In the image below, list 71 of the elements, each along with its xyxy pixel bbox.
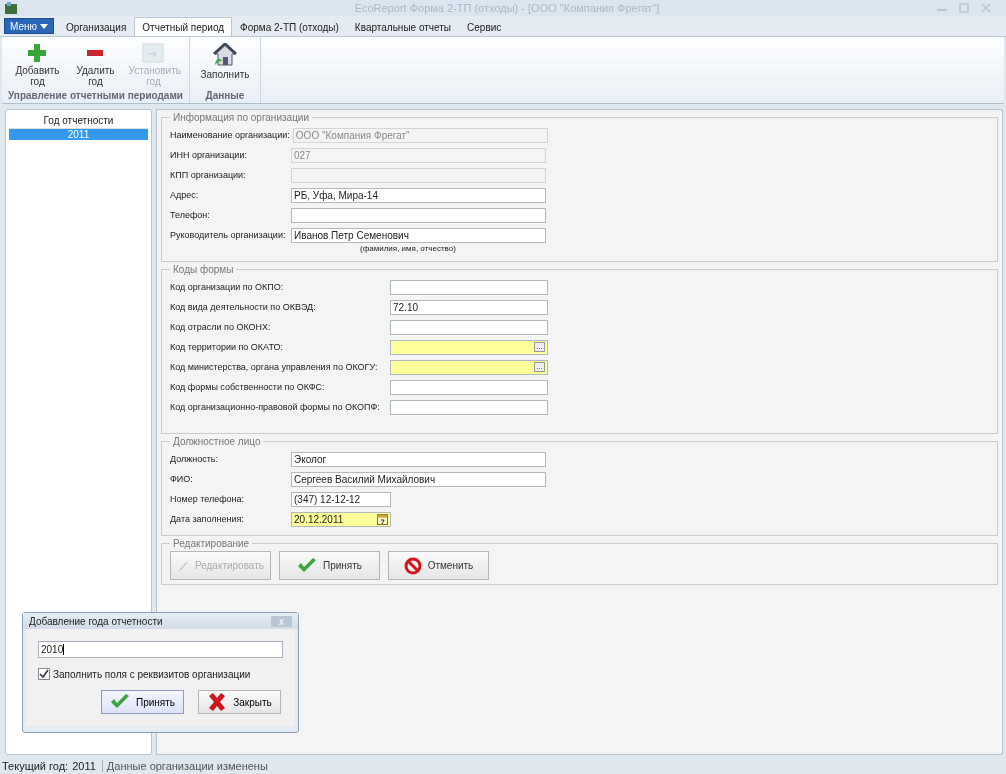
cross-icon [207,693,228,711]
section-title: Коды формы [172,264,235,275]
input-field[interactable]: Иванов Петр Семенович [291,227,546,243]
input-field[interactable] [390,279,548,295]
field-label: Код отрасли по ОКОНХ: [170,322,272,332]
plus-icon [27,43,48,63]
input-field[interactable]: (347) 12-12-12 [291,491,391,507]
field-label: Код формы собственности по ОКФС: [170,382,326,392]
field-label: Руководитель организации: [170,230,287,240]
app-icon [4,1,18,15]
close-icon[interactable] [980,3,992,13]
input-field[interactable]: ... [390,359,548,375]
group-title: Управление отчетными периодами [8,90,183,103]
checkmark-icon [109,694,130,710]
field-label: Код министерства, органа управления по ОКОГУ: [170,362,379,372]
input-field[interactable] [291,207,546,223]
field-label: Код вида деятельности по ОКВЭД: [170,302,317,312]
action-button[interactable]: Отменить [388,551,489,580]
ribbon-button[interactable]: Заполнить [195,37,254,90]
input-field[interactable]: РБ, Уфа, Мира-14 [291,187,546,203]
input-field[interactable]: 72.10 [390,299,548,315]
section-title: Информация по организации [172,112,311,123]
input-field[interactable] [390,399,548,415]
field-label: Телефон: [170,210,211,220]
field-label: Дата заполнения: [170,514,245,524]
dialog-button[interactable]: Принять [101,690,184,714]
status-message: Данные организации изменены [106,760,268,772]
checkbox-label: Заполнить поля с реквизитов организации [53,668,251,680]
house-icon [211,43,238,67]
calendar-icon[interactable] [377,513,388,525]
field-label: ФИО: [170,474,194,484]
ribbon-tab[interactable]: Квартальные отчеты [346,17,460,36]
lookup-button[interactable]: ... [534,342,545,352]
ribbon-button[interactable]: Удалить год [66,37,125,90]
maximize-icon[interactable] [958,3,970,13]
status-year: 2011 [72,760,103,772]
checkmark-icon [296,557,317,574]
field-hint: (фамилия, имя, отчество) [360,244,457,253]
year-input[interactable]: 2010 [38,641,283,658]
menu-button[interactable]: Меню [4,18,55,34]
field-label: Номер телефона: [170,494,246,504]
group-title: Данные [205,90,245,103]
caret-icon [40,23,49,29]
input-field[interactable]: ... [390,339,548,355]
checkbox[interactable] [38,668,50,680]
field-label: Код организационно-правовой формы по ОКОПФ: [170,402,381,412]
field-label: ИНН организации: [170,150,248,160]
field-label: Наименование организации: [170,130,291,140]
field-label: Код территории по ОКАТО: [170,342,284,352]
section-title: Редактирование [172,538,251,549]
field-label: Должность: [170,454,220,464]
input-field[interactable]: Сергеев Василий Михайлович [291,471,546,487]
field-label: Код организации по ОКПО: [170,282,285,292]
ribbon-button[interactable]: Добавить год [8,37,67,90]
ribbon-tab[interactable]: Организация [58,17,135,36]
ribbon-tab[interactable]: Отчетный период [134,17,233,36]
section-title: Должностное лицо [172,436,262,447]
action-button[interactable]: Принять [279,551,380,580]
lookup-button[interactable]: ... [534,362,545,372]
status-label: Текущий год: [2,760,69,772]
input-field[interactable]: 20.12.2011 [291,511,391,527]
input-field[interactable]: Эколог [291,451,546,467]
input-field[interactable] [390,319,548,335]
ribbon-tab[interactable]: Сервис [459,17,510,36]
dialog-button[interactable]: Закрыть [198,690,281,714]
ribbon-tab[interactable]: Форма 2-ТП (отходы) [232,17,347,36]
no-entry-icon [403,556,422,575]
field-label: КПП организации: [170,170,247,180]
dialog-title: Добавление года отчетности [29,615,163,627]
field-label: Адрес: [170,190,200,200]
input-field[interactable] [390,379,548,395]
